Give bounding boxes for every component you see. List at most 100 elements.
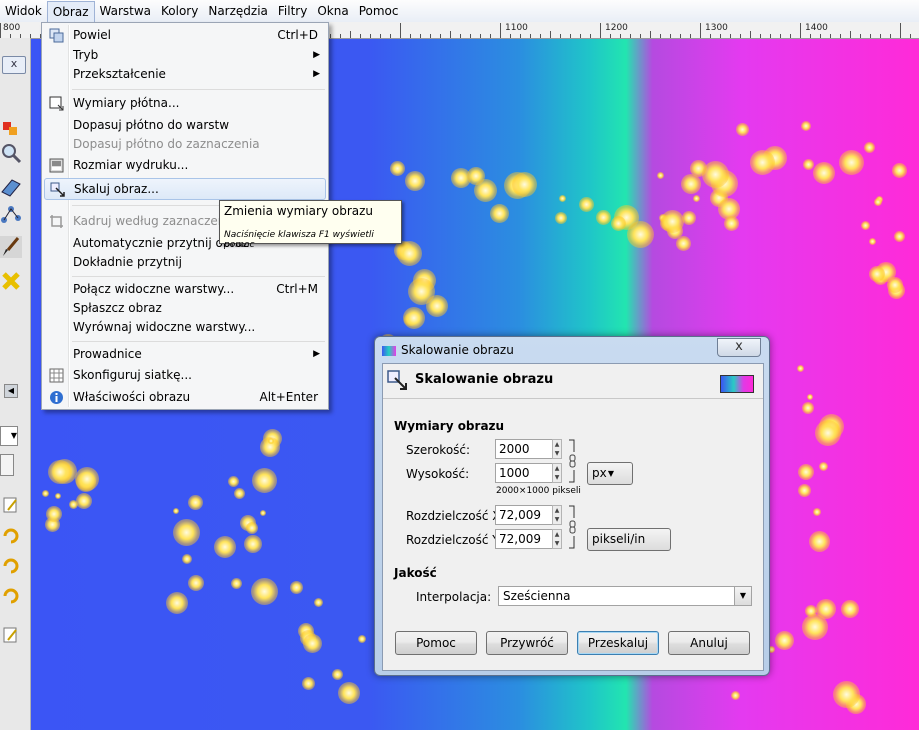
sparkle <box>55 493 62 500</box>
menu-item-accel: Alt+Enter <box>259 390 318 404</box>
menu-item-label: Wyrównaj widoczne warstwy... <box>73 320 256 334</box>
chain-link-icon[interactable] <box>567 438 577 484</box>
sparkle <box>260 509 267 516</box>
grid-icon <box>49 368 64 383</box>
chevron-down-icon[interactable]: ▼ <box>0 426 18 446</box>
close-icon[interactable]: x <box>2 56 26 74</box>
sparkle <box>803 158 815 170</box>
height-spinner[interactable]: ▲ ▼ <box>552 463 562 483</box>
sparkle <box>682 210 697 225</box>
magnify-icon[interactable] <box>0 142 22 164</box>
menu-item-transform[interactable]: Przekształcenie ▶ <box>44 64 326 85</box>
reset-icon[interactable] <box>0 584 22 606</box>
menu-item-label: Spłaszcz obraz <box>73 301 162 315</box>
res-unit-value: pikseli/in <box>592 532 646 546</box>
menu-item-image-properties[interactable]: Właściwości obrazu Alt+Enter <box>44 387 326 408</box>
size-field[interactable] <box>0 454 14 476</box>
submenu-arrow-icon: ▶ <box>313 69 320 79</box>
sparkle <box>660 209 684 233</box>
help-button[interactable]: Pomoc <box>395 631 477 655</box>
sparkle <box>731 690 741 700</box>
chevron-down-icon: ▼ <box>607 469 614 478</box>
color-picker-icon[interactable] <box>0 118 22 140</box>
sparkle <box>610 216 626 232</box>
menu-item-duplicate[interactable]: Powiel Ctrl+D <box>44 25 326 46</box>
sparkle <box>627 221 655 249</box>
sparkle <box>245 522 258 535</box>
sparkle <box>815 599 836 620</box>
menu-item-accel: Ctrl+D <box>277 28 318 42</box>
res-x-input[interactable]: 72,009 <box>495 505 553 525</box>
sparkle <box>74 466 99 491</box>
sparkle <box>749 150 775 176</box>
edit-icon[interactable] <box>0 624 22 646</box>
ruler-label: 1100 <box>505 23 528 33</box>
size-unit-select[interactable]: px ▼ <box>587 462 633 485</box>
scale-button[interactable]: Przeskaluj <box>577 631 659 655</box>
menu-image[interactable]: Obraz <box>46 0 95 22</box>
sparkle <box>289 580 303 594</box>
sparkle <box>861 220 871 230</box>
heal-icon[interactable] <box>0 270 22 292</box>
menu-item-canvas-size[interactable]: Wymiary płótna... <box>44 93 326 114</box>
res-y-input[interactable]: 72,009 <box>495 529 553 549</box>
close-button[interactable]: x <box>717 338 761 357</box>
menu-layer[interactable]: Warstwa <box>95 1 157 21</box>
sparkle <box>489 203 509 223</box>
sparkle <box>397 240 423 266</box>
toolbox: x ◀ ▼ <box>0 38 31 730</box>
edit-icon[interactable] <box>0 494 22 516</box>
menu-filters[interactable]: Filtry <box>273 1 312 21</box>
chain-link-icon[interactable] <box>567 504 577 550</box>
paintbrush-icon[interactable] <box>0 236 22 258</box>
sparkle <box>894 231 906 243</box>
path-tool-icon[interactable] <box>0 204 22 226</box>
menu-item-print-size[interactable]: Rozmiar wydruku... <box>44 155 326 176</box>
transform-icon[interactable] <box>0 176 22 198</box>
menu-item-mode[interactable]: Tryb ▶ <box>44 45 326 66</box>
height-label: Wysokość: <box>406 467 470 481</box>
sparkle <box>554 212 567 224</box>
menu-tools[interactable]: Narzędzia <box>203 1 273 21</box>
sparkle <box>657 172 665 180</box>
sparkle <box>332 669 344 681</box>
menu-item-configure-grid[interactable]: Skonfiguruj siatkę... <box>44 365 326 386</box>
menu-view[interactable]: Widok <box>0 1 47 21</box>
menu-item-label: Kadruj według zaznaczenia <box>73 214 237 228</box>
dialog-window-title: Skalowanie obrazu <box>401 343 514 357</box>
menu-item-scale-image[interactable]: Skaluj obraz... <box>44 178 326 200</box>
res-x-spinner[interactable]: ▲ ▼ <box>552 505 562 525</box>
menu-item-align-visible[interactable]: Wyrównaj widoczne warstwy... <box>44 317 326 338</box>
menu-colors[interactable]: Kolory <box>156 1 203 21</box>
sparkle <box>173 519 201 547</box>
sparkle <box>188 575 205 592</box>
menu-item-guides[interactable]: Prowadnice ▶ <box>44 344 326 365</box>
res-unit-select[interactable]: pikseli/in <box>587 528 671 551</box>
menu-item-zealous-crop[interactable]: Dokładnie przytnij <box>44 252 326 273</box>
menu-windows[interactable]: Okna <box>312 1 353 21</box>
ruler-label: 1400 <box>805 23 828 33</box>
arrow-left-icon[interactable]: ◀ <box>4 384 18 398</box>
reset-icon[interactable] <box>0 554 22 576</box>
menu-item-accel: Ctrl+M <box>276 282 318 296</box>
res-y-spinner[interactable]: ▲ ▼ <box>552 529 562 549</box>
width-input[interactable]: 2000 <box>495 439 553 459</box>
menu-item-label: Właściwości obrazu <box>73 390 191 404</box>
menu-item-fit-canvas-layers[interactable]: Dopasuj płótno do warstw <box>44 115 326 136</box>
quality-section-title: Jakość <box>394 566 437 580</box>
menu-item-merge-visible[interactable]: Połącz widoczne warstwy... Ctrl+M <box>44 279 326 300</box>
menu-help[interactable]: Pomoc <box>354 1 404 21</box>
sparkle <box>693 195 701 203</box>
cancel-button[interactable]: Anuluj <box>668 631 750 655</box>
width-spinner[interactable]: ▲ ▼ <box>552 439 562 459</box>
interpolation-select[interactable]: Sześcienna ▼ <box>498 586 752 606</box>
reset-button[interactable]: Przywróć <box>486 631 568 655</box>
reset-icon[interactable] <box>0 524 22 546</box>
menubar: Widok Obraz Warstwa Kolory Narzędzia Fil… <box>0 0 919 23</box>
sparkle <box>681 174 702 194</box>
sparkle <box>404 171 425 192</box>
sparkle <box>838 149 864 175</box>
sparkle <box>230 578 242 590</box>
height-input[interactable]: 1000 <box>495 463 553 483</box>
menu-item-flatten[interactable]: Spłaszcz obraz <box>44 298 326 319</box>
